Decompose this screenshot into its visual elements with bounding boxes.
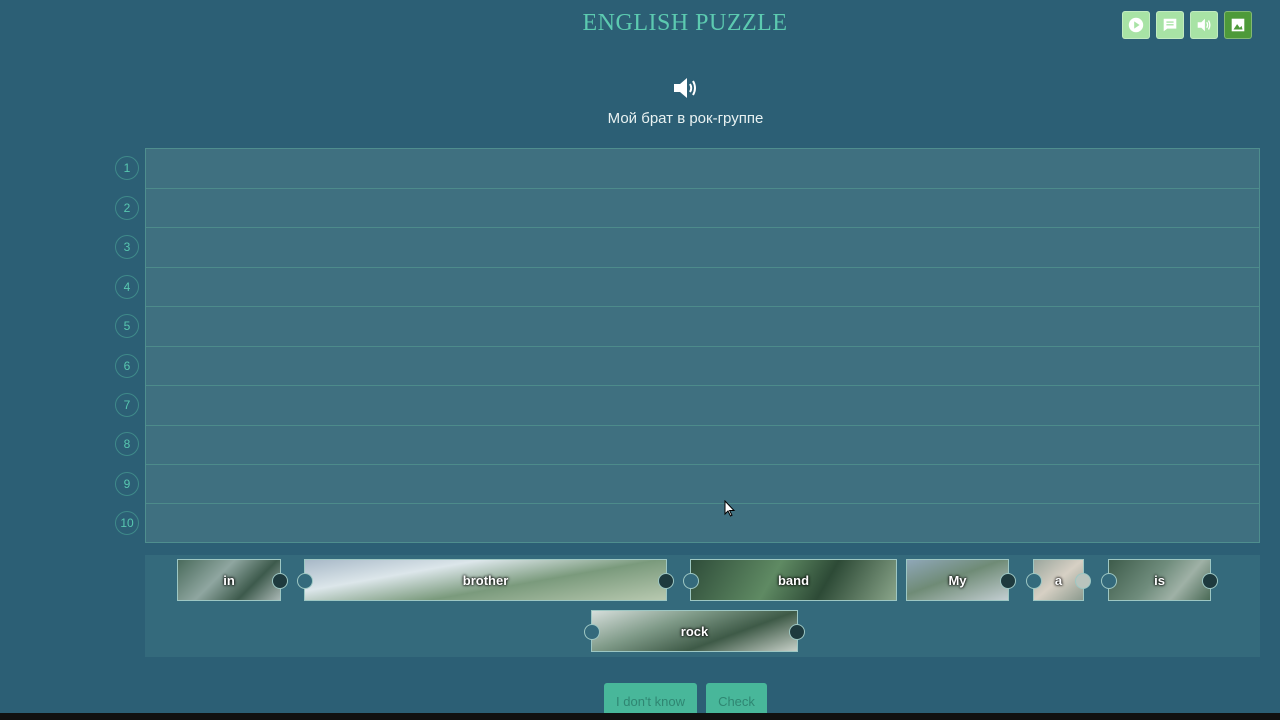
piece-connector — [683, 573, 699, 589]
word-piece[interactable]: band — [683, 559, 897, 601]
word-piece-label: a — [1054, 572, 1063, 588]
row-number: 3 — [115, 235, 139, 259]
word-piece[interactable]: rock — [584, 610, 805, 652]
piece-connector — [584, 624, 600, 640]
board-row-divider — [146, 425, 1259, 426]
translation-toggle-button[interactable] — [1156, 11, 1184, 39]
piece-connector — [1000, 573, 1016, 589]
board-row-divider — [146, 227, 1259, 228]
board-row-divider — [146, 385, 1259, 386]
word-piece[interactable]: a — [1026, 559, 1091, 601]
row-number: 10 — [115, 511, 139, 535]
board-row-divider — [146, 464, 1259, 465]
piece-connector — [272, 573, 288, 589]
page-title: ENGLISH PUZZLE — [582, 10, 788, 36]
row-number: 2 — [115, 196, 139, 220]
piece-connector — [297, 573, 313, 589]
board-row-divider — [146, 346, 1259, 347]
word-piece-label: in — [223, 572, 235, 588]
word-piece[interactable]: is — [1101, 559, 1218, 601]
play-icon — [1128, 17, 1144, 33]
board-row-divider — [146, 188, 1259, 189]
word-piece[interactable]: in — [177, 559, 288, 601]
background-image-toggle-button[interactable] — [1224, 11, 1252, 39]
image-icon — [1231, 18, 1245, 32]
word-piece-label: brother — [462, 572, 509, 588]
row-number: 5 — [115, 314, 139, 338]
piece-connector — [658, 573, 674, 589]
row-number: 7 — [115, 393, 139, 417]
bottom-bar — [0, 713, 1280, 720]
autoplay-toggle-button[interactable] — [1122, 11, 1150, 39]
board-row-divider — [146, 306, 1259, 307]
row-number: 1 — [115, 156, 139, 180]
mouse-cursor-icon — [724, 500, 736, 517]
piece-connector — [1202, 573, 1218, 589]
sentence-translation: Мой брат в рок-группе — [607, 110, 764, 127]
sentence-audio-icon[interactable] — [672, 75, 700, 101]
word-piece-label: My — [948, 572, 967, 588]
board-row-divider — [146, 267, 1259, 268]
row-number: 4 — [115, 275, 139, 299]
toolbar — [1122, 11, 1252, 39]
piece-connector — [789, 624, 805, 640]
word-piece[interactable]: My — [906, 559, 1016, 601]
word-piece-label: rock — [680, 623, 709, 639]
row-number: 9 — [115, 472, 139, 496]
piece-connector — [1101, 573, 1117, 589]
row-number: 8 — [115, 432, 139, 456]
pronunciation-toggle-button[interactable] — [1190, 11, 1218, 39]
puzzle-board[interactable] — [145, 148, 1260, 543]
word-pieces-area: in brother band My a is rock — [145, 555, 1260, 657]
speaker-icon — [1197, 18, 1211, 32]
message-icon — [1163, 18, 1177, 32]
row-number: 6 — [115, 354, 139, 378]
piece-connector — [1026, 573, 1042, 589]
piece-connector — [1075, 573, 1091, 589]
word-piece-label: is — [1154, 572, 1165, 588]
word-piece-label: band — [777, 572, 810, 588]
word-piece[interactable]: brother — [297, 559, 674, 601]
board-row-divider — [146, 503, 1259, 504]
